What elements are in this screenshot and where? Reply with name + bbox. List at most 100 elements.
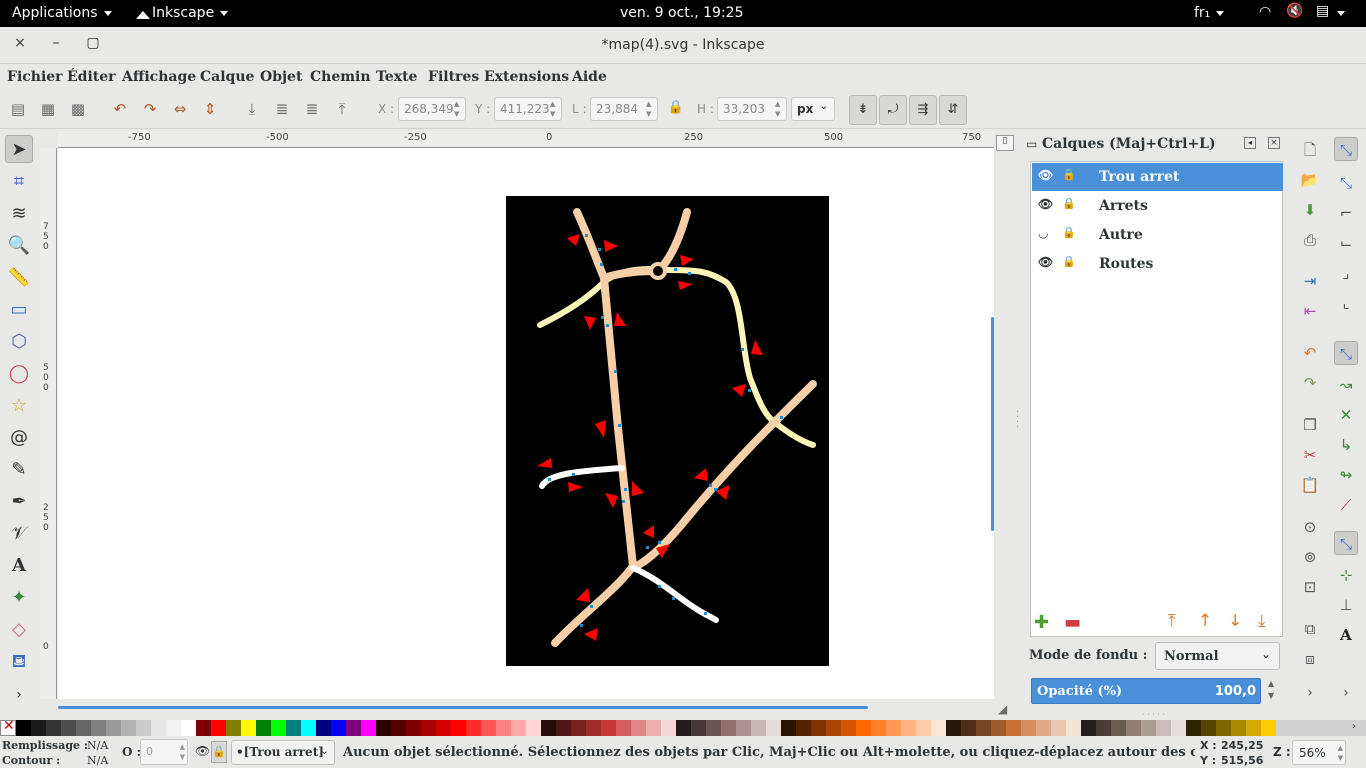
- color-swatch[interactable]: [1186, 720, 1201, 736]
- spin-arrows-icon[interactable]: ▲ ▼: [1338, 743, 1343, 763]
- lower-icon[interactable]: ≣: [272, 100, 292, 120]
- snap-others-icon[interactable]: ⤡: [1334, 531, 1358, 555]
- menu-chemin[interactable]: Chemin: [310, 69, 371, 85]
- panel-close-icon[interactable]: ×: [1268, 137, 1280, 149]
- stop-dot[interactable]: [741, 348, 744, 351]
- zoom-selection-icon[interactable]: ⊙: [1298, 515, 1322, 539]
- layer-row-trou-arret[interactable]: 👁 🔒 Trou arret: [1032, 163, 1283, 191]
- layer-raise-icon[interactable]: ↑: [1198, 611, 1212, 631]
- color-swatch[interactable]: [1216, 720, 1231, 736]
- stop-dot[interactable]: [618, 424, 621, 427]
- snap-text-baseline-icon[interactable]: A: [1334, 623, 1358, 647]
- color-swatch[interactable]: [31, 720, 46, 736]
- panel-iconify-icon[interactable]: ◂: [1244, 137, 1256, 149]
- eye-visible-icon[interactable]: 👁: [1038, 197, 1053, 211]
- color-swatch[interactable]: [706, 720, 721, 736]
- no-paint-swatch[interactable]: ✕: [0, 718, 16, 736]
- 3d-box-tool-icon[interactable]: ⬡: [5, 328, 33, 356]
- stop-dot[interactable]: [548, 478, 551, 481]
- panel-drag-handle[interactable]: · · · ·: [1016, 408, 1019, 433]
- color-swatch[interactable]: [586, 720, 601, 736]
- layer-lock-icon[interactable]: 🔒: [211, 741, 227, 763]
- paint-bucket-tool-icon[interactable]: ⛾: [5, 648, 33, 676]
- new-document-icon[interactable]: 🗋: [1298, 138, 1322, 162]
- scale-stroke-toggle[interactable]: ⇟: [849, 95, 877, 125]
- stop-dot[interactable]: [646, 546, 649, 549]
- color-swatch[interactable]: [901, 720, 916, 736]
- color-swatch[interactable]: [946, 720, 961, 736]
- opacity-slider[interactable]: Opacité (%) 100,0: [1031, 678, 1261, 704]
- open-document-icon[interactable]: 📂: [1298, 168, 1322, 192]
- rotate-ccw-icon[interactable]: ↶: [110, 100, 130, 120]
- snap-path-icon[interactable]: ↝: [1334, 373, 1358, 397]
- measure-tool-icon[interactable]: 📏: [5, 264, 33, 292]
- rotate-cw-icon[interactable]: ↷: [140, 100, 160, 120]
- stop-dot[interactable]: [600, 263, 603, 266]
- snap-object-center-icon[interactable]: ⊹: [1334, 563, 1358, 587]
- color-palette[interactable]: ✕: [0, 718, 1366, 736]
- color-swatch[interactable]: [916, 720, 931, 736]
- zoom-page-icon[interactable]: ⊡: [1298, 575, 1322, 599]
- layer-visibility-icon[interactable]: 👁: [195, 744, 210, 758]
- color-swatch[interactable]: [631, 720, 646, 736]
- zoom-tool-icon[interactable]: 🔍: [5, 232, 33, 260]
- color-swatch[interactable]: [781, 720, 796, 736]
- current-layer-select[interactable]: •[Trou arret] ⌄: [231, 740, 335, 765]
- zoom-corner-icon[interactable]: ◢: [998, 702, 1007, 716]
- paste-icon[interactable]: 📋: [1298, 473, 1322, 497]
- color-swatch[interactable]: [421, 720, 436, 736]
- color-swatch[interactable]: [1111, 720, 1126, 736]
- stop-dot[interactable]: [590, 605, 593, 608]
- layer-to-top-icon[interactable]: ⤒: [1168, 611, 1176, 631]
- color-swatch[interactable]: [1231, 720, 1246, 736]
- node-tool-icon[interactable]: ⌗: [5, 168, 33, 196]
- snap-bbox-corner-icon[interactable]: ⌙: [1334, 231, 1358, 255]
- add-layer-icon[interactable]: ✚: [1034, 612, 1049, 633]
- lower-to-bottom-icon[interactable]: ⤓: [242, 100, 262, 120]
- snap-enable-icon[interactable]: ⤡: [1334, 137, 1358, 161]
- panel-bottom-handle[interactable]: · · · · ·: [1142, 710, 1165, 719]
- export-icon[interactable]: ⇤: [1298, 299, 1322, 323]
- color-swatch[interactable]: [1156, 720, 1171, 736]
- color-swatch[interactable]: [466, 720, 481, 736]
- spray-tool-icon[interactable]: ✦: [5, 584, 33, 612]
- color-swatch[interactable]: [1036, 720, 1051, 736]
- spin-arrows-icon[interactable]: ▲ ▼: [775, 99, 784, 119]
- color-swatch[interactable]: [241, 720, 256, 736]
- color-swatch[interactable]: [331, 720, 346, 736]
- calligraphy-tool-icon[interactable]: 𝒱: [5, 520, 33, 548]
- keyboard-layout[interactable]: fr₁: [1194, 5, 1225, 21]
- roundabout-circle[interactable]: [649, 262, 667, 280]
- color-swatch[interactable]: [286, 720, 301, 736]
- raise-to-top-icon[interactable]: ⤒: [332, 100, 352, 120]
- copy-icon[interactable]: ❐: [1298, 413, 1322, 437]
- horizontal-scrollbar[interactable]: [58, 700, 994, 720]
- snap-lock-icon[interactable]: ▯: [996, 135, 1014, 151]
- layer-lower-icon[interactable]: ↓: [1228, 611, 1242, 631]
- stop-dot[interactable]: [780, 416, 783, 419]
- color-swatch[interactable]: [526, 720, 541, 736]
- color-swatch[interactable]: [826, 720, 841, 736]
- spin-arrows-icon[interactable]: ▲ ▼: [646, 99, 655, 119]
- color-swatch[interactable]: [166, 720, 181, 736]
- menu-extensions[interactable]: Extensions: [484, 69, 569, 85]
- drawing-canvas[interactable]: [58, 148, 994, 699]
- color-swatch[interactable]: [1141, 720, 1156, 736]
- stop-dot[interactable]: [688, 272, 691, 275]
- eraser-tool-icon[interactable]: ◇: [5, 616, 33, 644]
- opacity-status-spinbox[interactable]: 0 ▲ ▼: [140, 739, 188, 765]
- scale-corners-toggle[interactable]: ⤾: [879, 95, 907, 125]
- vertical-scrollbar[interactable]: [988, 148, 996, 699]
- tweak-tool-icon[interactable]: ≋: [5, 200, 33, 228]
- remove-layer-icon[interactable]: ▬: [1064, 612, 1081, 633]
- width-spinbox[interactable]: 23,884 ▲ ▼: [590, 97, 658, 121]
- stop-dot[interactable]: [624, 488, 627, 491]
- color-swatch[interactable]: [616, 720, 631, 736]
- layer-row-routes[interactable]: 👁 🔒 Routes: [1032, 250, 1283, 278]
- color-swatch[interactable]: [811, 720, 826, 736]
- color-swatch[interactable]: [91, 720, 106, 736]
- snap-bbox-midpoint-icon[interactable]: ⌟: [1334, 261, 1358, 285]
- snap-bbox-center-icon[interactable]: ⌞: [1334, 291, 1358, 315]
- black-background-rect[interactable]: [506, 196, 829, 666]
- stop-dot[interactable]: [606, 324, 609, 327]
